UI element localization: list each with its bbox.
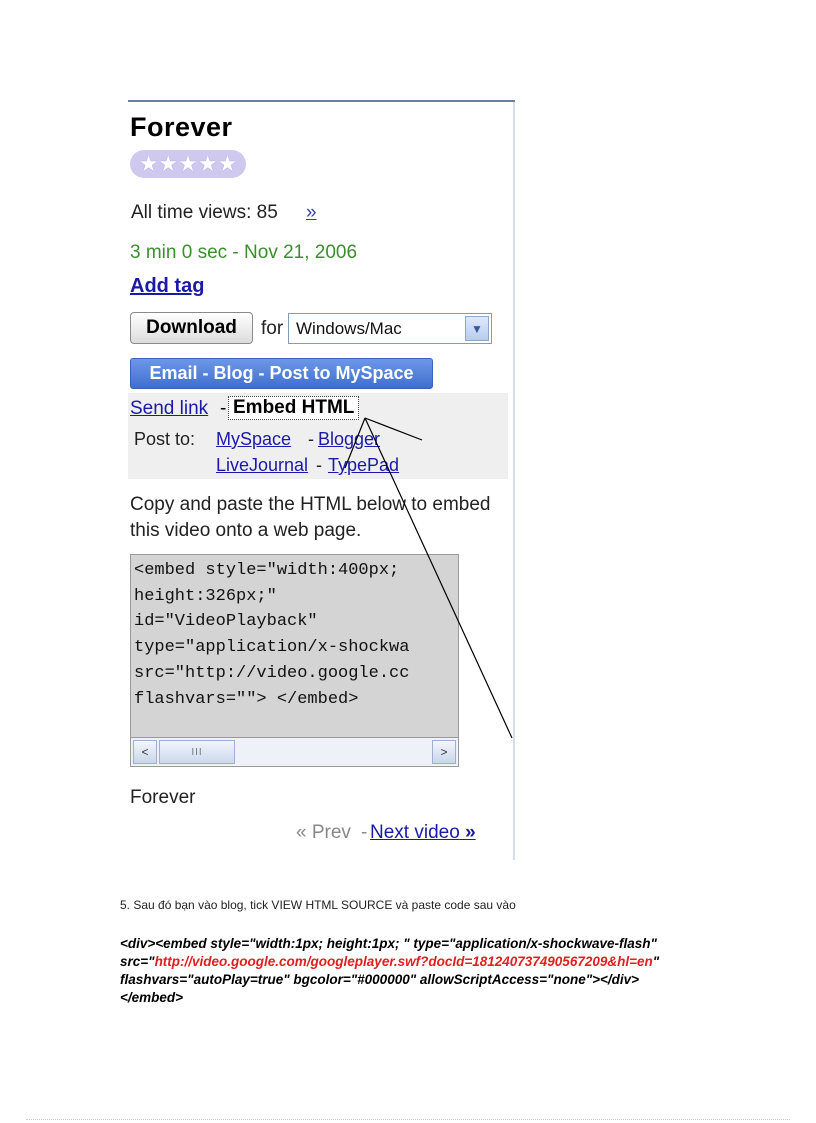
right-border [513, 102, 515, 860]
embed-instructions: Copy and paste the HTML below to embed t… [130, 494, 491, 541]
embed-html-tab[interactable]: Embed HTML [228, 396, 360, 420]
blogger-link[interactable]: Blogger [318, 429, 380, 450]
os-select[interactable]: Windows/Mac ▼ [288, 313, 492, 344]
typepad-link[interactable]: TypePad [328, 455, 399, 476]
post-to-label: Post to: [134, 429, 196, 449]
more-stats-link[interactable]: » [306, 202, 317, 224]
separator: - [308, 429, 314, 449]
embed-code-textarea[interactable]: <embed style="width:400px; height:326px;… [130, 554, 459, 767]
star-rating[interactable]: ★★★★★ [130, 150, 246, 178]
share-panel: Send link - Embed HTML Post to: MySpace … [128, 393, 508, 479]
livejournal-link[interactable]: LiveJournal [216, 455, 308, 476]
send-link-tab[interactable]: Send link [130, 398, 208, 420]
video-url: http://video.google.com/googleplayer.swf… [154, 954, 653, 969]
video-screenshot: Forever ★★★★★ All time views: 85 » 3 min… [120, 100, 516, 862]
top-border [128, 100, 515, 102]
scroll-thumb[interactable]: III [159, 740, 235, 764]
page-bottom-rule [26, 1119, 790, 1120]
pager-separator: - [361, 822, 368, 843]
myspace-link[interactable]: MySpace [216, 429, 291, 450]
view-count: All time views: 85 [131, 202, 278, 223]
separator: - [316, 455, 322, 475]
separator: - [220, 398, 227, 419]
add-tag-link[interactable]: Add tag [130, 275, 204, 298]
embed-code-snippet: <div><embed style="width:1px; height:1px… [120, 935, 700, 1007]
footer-video-title: Forever [130, 787, 196, 808]
horizontal-scrollbar[interactable]: < III > [130, 737, 459, 767]
next-video-label[interactable]: Next video [370, 822, 460, 843]
os-select-value: Windows/Mac [296, 319, 402, 338]
duration-date: 3 min 0 sec - Nov 21, 2006 [130, 242, 358, 263]
next-arrows-icon[interactable]: » [465, 822, 476, 843]
step-instruction: 5. Sau đó bạn vào blog, tick VIEW HTML S… [120, 898, 516, 912]
for-label: for [261, 318, 284, 339]
scroll-left-icon[interactable]: < [133, 740, 157, 764]
download-button[interactable]: Download [130, 312, 253, 344]
video-title: Forever [130, 112, 233, 142]
scroll-right-icon[interactable]: > [432, 740, 456, 764]
embed-code-text[interactable]: <embed style="width:400px; height:326px;… [134, 558, 409, 712]
stars-icon[interactable]: ★★★★★ [139, 153, 238, 175]
prev-link: « Prev [296, 822, 351, 843]
next-video-link[interactable]: Next video » [370, 822, 476, 844]
email-blog-myspace-button[interactable]: Email - Blog - Post to MySpace [130, 358, 433, 389]
chevron-down-icon[interactable]: ▼ [465, 316, 489, 341]
